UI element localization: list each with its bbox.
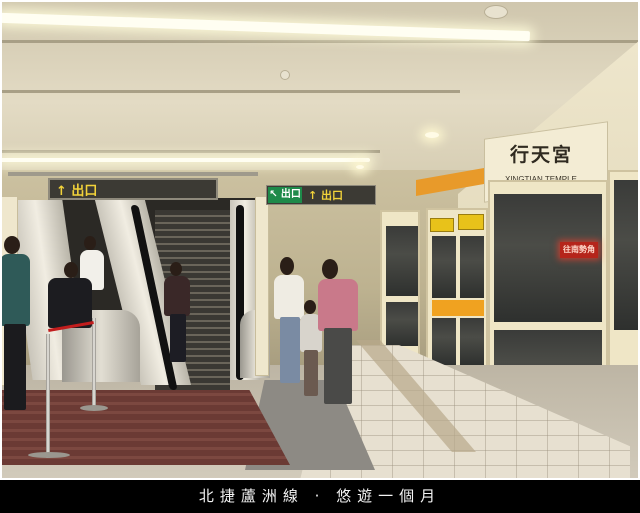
barrier-post (46, 334, 50, 458)
photo-caption: 北捷蘆洲線 · 悠遊一個月 (0, 480, 640, 513)
station-photo: 行天宮 XINGTIAN TEMPLE 往南勢角 ↑ 出口 ↖ 出口 ↑ 出口 (0, 0, 640, 480)
ceiling-light-bar (0, 158, 370, 162)
door-glass (386, 226, 418, 296)
window-glass (614, 180, 640, 330)
ceiling-strip (0, 90, 460, 93)
ceiling-strip (0, 40, 640, 43)
direction-sign-green: ↖ 出口 (268, 187, 302, 203)
smoke-detector (484, 5, 508, 19)
barrier-post (92, 318, 96, 410)
downlight (356, 165, 364, 169)
door-glass (460, 236, 484, 298)
wall-column (255, 196, 269, 376)
door-glass (432, 318, 456, 366)
sign-frame (8, 172, 258, 176)
door-sign (430, 218, 454, 232)
door-sign (458, 214, 484, 230)
direction-sign-text: ↑ 出口 (308, 189, 344, 202)
barrier-post-base (28, 452, 70, 458)
downlight (425, 132, 439, 138)
barrier-post-base (80, 405, 108, 411)
ceiling-strip (0, 150, 380, 153)
door-glass (432, 236, 456, 298)
door-orange-strip (432, 300, 484, 316)
window-glass (494, 194, 602, 322)
door-glass (460, 318, 484, 366)
exit-sign-text: ↑ 出口 (56, 184, 98, 199)
door-glass (386, 302, 418, 346)
train-destination-display: 往南勢角 (560, 242, 598, 258)
station-name-cn: 行天宮 (510, 144, 574, 166)
sprinkler (280, 70, 290, 80)
